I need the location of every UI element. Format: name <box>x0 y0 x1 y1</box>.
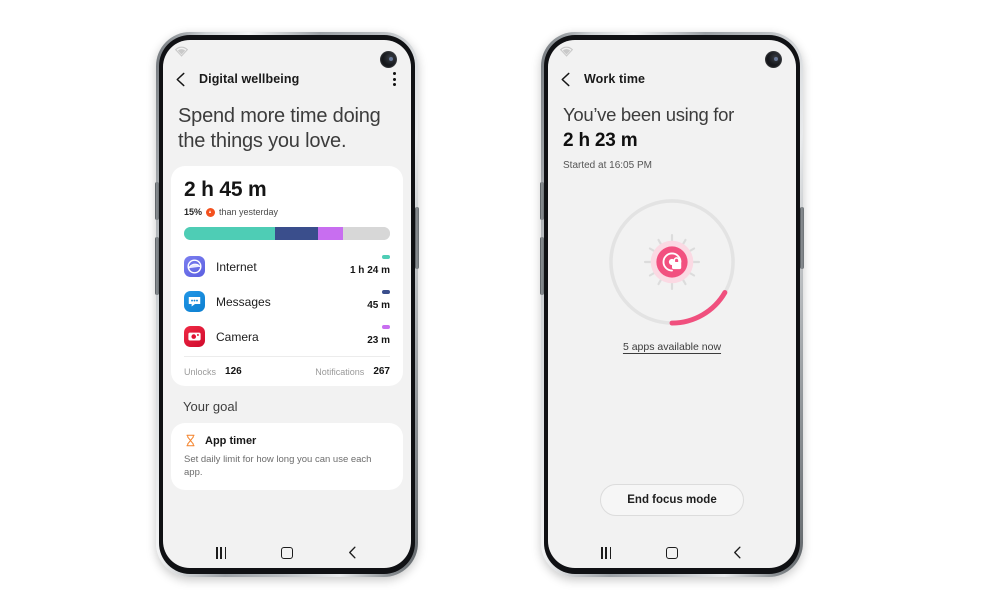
total-usage-time: 2 h 45 m <box>184 178 267 201</box>
messages-app-icon <box>184 291 205 312</box>
usage-breakdown-bar <box>184 227 390 240</box>
color-chip <box>382 255 390 259</box>
app-timer-header: App timer <box>184 434 390 447</box>
phone-screen-digital-wellbeing: Digital wellbeing Spend more time doing … <box>163 40 411 568</box>
phone-bezel: Digital wellbeing Spend more time doing … <box>159 35 415 574</box>
bar-segment-internet <box>184 227 275 240</box>
system-nav-bar <box>163 537 411 568</box>
system-nav-bar <box>548 537 796 568</box>
status-bar <box>163 40 411 68</box>
app-duration-group: 45 m <box>367 290 390 313</box>
screenshot-canvas: Digital wellbeing Spend more time doing … <box>0 0 1000 615</box>
available-apps-link[interactable]: 5 apps available now <box>548 341 796 353</box>
home-icon[interactable] <box>280 546 293 559</box>
app-duration: 1 h 24 m <box>349 265 390 276</box>
bar-segment-camera <box>317 227 343 240</box>
chevron-left-icon[interactable] <box>559 72 572 87</box>
end-focus-mode-button[interactable]: End focus mode <box>600 484 744 516</box>
app-name: Internet <box>216 259 257 274</box>
back-icon[interactable] <box>732 546 743 559</box>
app-name: Messages <box>216 294 271 309</box>
stat-value-unlocks: 126 <box>225 366 242 377</box>
list-item[interactable]: Camera 23 m <box>184 319 390 354</box>
side-button-power[interactable] <box>415 207 419 269</box>
back-icon[interactable] <box>347 546 358 559</box>
app-duration: 45 m <box>367 300 390 311</box>
color-chip <box>382 290 390 294</box>
app-duration: 23 m <box>367 335 390 346</box>
recents-icon[interactable] <box>216 546 227 559</box>
list-item[interactable]: Internet 1 h 24 m <box>184 249 390 284</box>
section-title-your-goal: Your goal <box>183 399 238 414</box>
app-name: Camera <box>216 329 259 344</box>
camera-app-icon <box>184 326 205 347</box>
session-label: You’ve been using for <box>563 104 734 125</box>
stat-value-notifications: 267 <box>373 366 390 377</box>
delta-comparison-text: than yesterday <box>219 207 279 217</box>
side-button-power[interactable] <box>800 207 804 269</box>
device-stats-row: Unlocks 126 Notifications 267 <box>184 357 390 386</box>
wifi-icon <box>175 46 188 57</box>
side-button-bixby[interactable] <box>155 182 159 220</box>
focus-dial-container <box>548 191 796 333</box>
focus-session-header: You’ve been using for 2 h 23 m Started a… <box>548 96 796 171</box>
phone-device-digital-wellbeing: Digital wellbeing Spend more time doing … <box>155 32 419 577</box>
app-timer-title: App timer <box>205 434 257 447</box>
status-bar <box>548 40 796 68</box>
usage-summary-card: 2 h 45 m 15% than yesterday Internet 1 h… <box>171 166 403 386</box>
app-usage-list: Internet 1 h 24 m Messages 45 m Camera 2… <box>184 249 390 354</box>
home-icon[interactable] <box>665 546 678 559</box>
hourglass-icon <box>186 434 195 447</box>
focus-progress-dial <box>609 199 735 326</box>
bar-segment-remaining <box>342 227 390 240</box>
phone-bezel: Work time You’ve been using for 2 h 23 m… <box>544 35 800 574</box>
page-title: Work time <box>584 72 646 86</box>
stat-label-notifications: Notifications <box>315 366 365 377</box>
punch-hole-camera <box>380 51 397 68</box>
dial-progress-arc <box>669 290 728 326</box>
phone-device-work-time: Work time You’ve been using for 2 h 23 m… <box>540 32 804 577</box>
wifi-icon <box>560 46 573 57</box>
color-chip <box>382 325 390 329</box>
headline-text: Spend more time doing the things you lov… <box>178 105 381 152</box>
app-timer-subtitle: Set daily limit for how long you can use… <box>184 454 372 478</box>
recents-icon[interactable] <box>601 546 612 559</box>
side-button-volume[interactable] <box>155 237 159 295</box>
session-start-time: Started at 16:05 PM <box>563 160 652 171</box>
punch-hole-camera <box>765 51 782 68</box>
stat-label-unlocks: Unlocks <box>184 366 217 377</box>
chevron-left-icon[interactable] <box>174 72 187 87</box>
app-duration-group: 23 m <box>367 325 390 348</box>
side-button-bixby[interactable] <box>540 182 544 220</box>
delta-percent: 15% <box>184 207 203 217</box>
session-duration: 2 h 23 m <box>563 130 638 151</box>
kebab-menu-icon[interactable] <box>390 69 399 89</box>
app-bar: Digital wellbeing <box>163 62 411 96</box>
list-item[interactable]: Messages 45 m <box>184 284 390 319</box>
focus-lock-body <box>672 262 682 270</box>
internet-app-icon <box>184 256 205 277</box>
arrow-up-badge-icon <box>206 207 216 217</box>
app-timer-card[interactable]: App timer Set daily limit for how long y… <box>171 423 403 490</box>
app-bar: Work time <box>548 62 796 96</box>
side-button-volume[interactable] <box>540 237 544 295</box>
app-duration-group: 1 h 24 m <box>350 255 390 278</box>
end-focus-button-wrap: End focus mode <box>548 484 796 516</box>
bar-segment-messages <box>274 227 318 240</box>
usage-delta-row: 15% than yesterday <box>184 207 390 217</box>
page-title: Digital wellbeing <box>199 72 300 86</box>
phone-screen-work-time: Work time You’ve been using for 2 h 23 m… <box>548 40 796 568</box>
